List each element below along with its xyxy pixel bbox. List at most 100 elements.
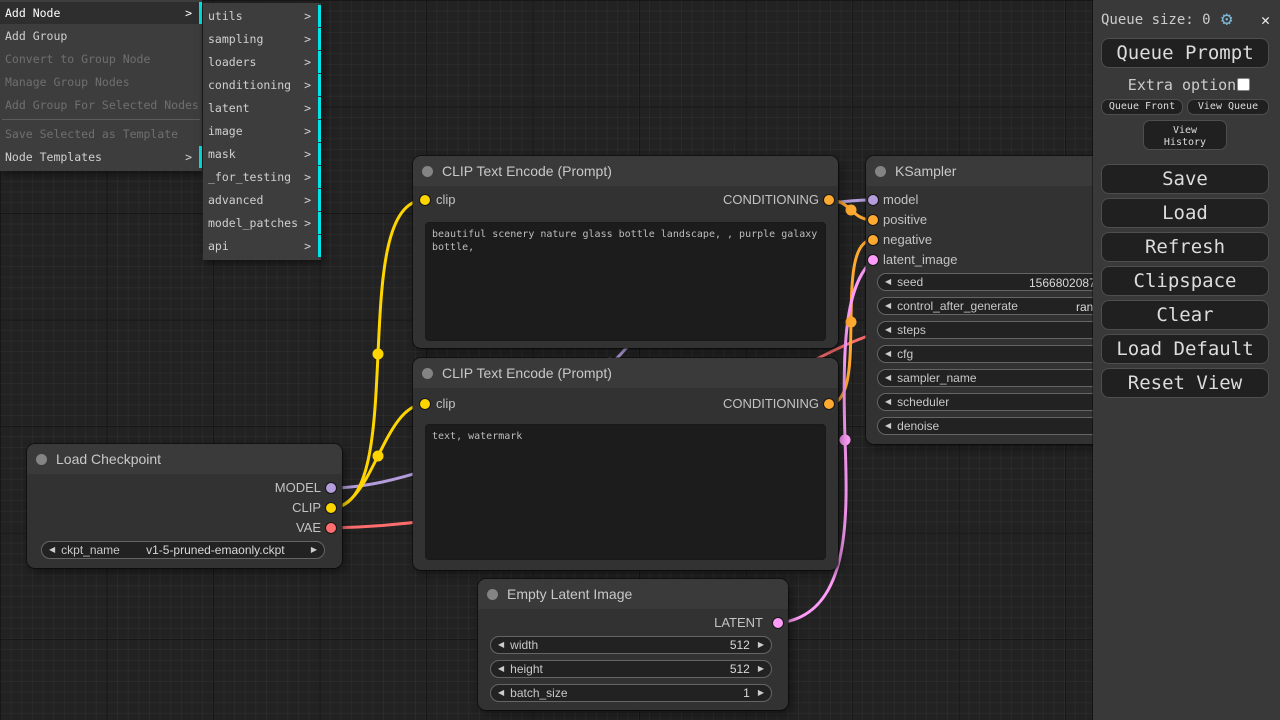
input-slot-model[interactable] <box>868 195 878 205</box>
decrement-arrow-icon[interactable]: ◀ <box>498 637 504 653</box>
queue-prompt-button[interactable]: Queue Prompt <box>1101 38 1269 68</box>
node-title-bar[interactable]: CLIP Text Encode (Prompt) <box>413 156 838 186</box>
node-clip-text-encode-negative: CLIP Text Encode (Prompt) clip CONDITION… <box>413 358 838 570</box>
load-default-button[interactable]: Load Default <box>1101 334 1269 364</box>
collapse-dot-icon[interactable] <box>487 589 498 600</box>
submenu-item-conditioning[interactable]: conditioning > <box>203 74 321 96</box>
menu-item-label: Add Group <box>5 29 67 43</box>
menu-item-label: conditioning <box>208 78 291 92</box>
widget-width[interactable]: ◀ width 512 ▶ <box>490 636 772 654</box>
decrement-arrow-icon[interactable]: ◀ <box>885 322 891 338</box>
clipspace-button[interactable]: Clipspace <box>1101 266 1269 296</box>
submenu-item-api[interactable]: api > <box>203 235 321 257</box>
wire-clip-to-positive <box>331 200 425 508</box>
positive-prompt-textarea[interactable]: beautiful scenery nature glass bottle la… <box>425 222 826 341</box>
submenu-arrow-icon: > <box>304 5 311 27</box>
refresh-button[interactable]: Refresh <box>1101 232 1269 262</box>
increment-arrow-icon[interactable]: ▶ <box>758 661 764 677</box>
increment-arrow-icon[interactable]: ▶ <box>758 637 764 653</box>
submenu-arrow-icon: > <box>304 143 311 165</box>
menu-item-add-group-for-selected-nodes[interactable]: Add Group For Selected Nodes <box>0 94 202 116</box>
widget-height[interactable]: ◀ height 512 ▶ <box>490 660 772 678</box>
widget-batch-size[interactable]: ◀ batch_size 1 ▶ <box>490 684 772 702</box>
menu-item-convert-to-group-node[interactable]: Convert to Group Node <box>0 48 202 70</box>
increment-arrow-icon[interactable]: ▶ <box>311 542 317 558</box>
submenu-item-latent[interactable]: latent > <box>203 97 321 119</box>
submenu-item-image[interactable]: image > <box>203 120 321 142</box>
menu-item-add-group[interactable]: Add Group <box>0 25 202 47</box>
submenu-item-advanced[interactable]: advanced > <box>203 189 321 211</box>
submenu-item-loaders[interactable]: loaders > <box>203 51 321 73</box>
settings-gear-icon[interactable]: ⚙ <box>1221 8 1232 30</box>
extra-options-checkbox[interactable] <box>1237 78 1250 91</box>
menu-item-label: latent <box>208 101 250 115</box>
output-slot-conditioning[interactable] <box>824 399 834 409</box>
widget-name: cfg <box>897 347 913 361</box>
decrement-arrow-icon[interactable]: ◀ <box>885 418 891 434</box>
collapse-dot-icon[interactable] <box>875 166 886 177</box>
submenu-item-mask[interactable]: mask > <box>203 143 321 165</box>
submenu-item-utils[interactable]: utils > <box>203 5 321 27</box>
node-title-bar[interactable]: Empty Latent Image <box>478 579 788 609</box>
input-label: negative <box>883 232 932 248</box>
clear-button[interactable]: Clear <box>1101 300 1269 330</box>
wire-midpoint-dot <box>840 435 851 446</box>
input-slot-clip[interactable] <box>420 399 430 409</box>
input-label: positive <box>883 212 927 228</box>
widget-name: batch_size <box>510 686 567 700</box>
negative-prompt-textarea[interactable]: text, watermark <box>425 424 826 560</box>
queue-size-label: Queue size: 0 <box>1101 12 1211 28</box>
view-queue-button[interactable]: View Queue <box>1187 99 1269 115</box>
output-slot-conditioning[interactable] <box>824 195 834 205</box>
node-title: Empty Latent Image <box>507 586 632 602</box>
output-slot-latent[interactable] <box>773 618 783 628</box>
output-label: CONDITIONING <box>723 396 819 412</box>
wire-midpoint-dot <box>846 317 857 328</box>
input-slot-clip[interactable] <box>420 195 430 205</box>
menu-item-label: Add Group For Selected Nodes <box>5 98 199 112</box>
view-history-label: History <box>1164 137 1206 148</box>
input-slot-negative[interactable] <box>868 235 878 245</box>
menu-item-node-templates[interactable]: Node Templates > <box>0 146 202 168</box>
decrement-arrow-icon[interactable]: ◀ <box>49 542 55 558</box>
output-label: MODEL <box>275 480 321 496</box>
output-slot-model[interactable] <box>326 483 336 493</box>
decrement-arrow-icon[interactable]: ◀ <box>498 661 504 677</box>
close-icon[interactable]: ✕ <box>1261 9 1270 31</box>
node-title: CLIP Text Encode (Prompt) <box>442 365 612 381</box>
collapse-dot-icon[interactable] <box>422 166 433 177</box>
submenu-item-model-patches[interactable]: model_patches > <box>203 212 321 234</box>
submenu-arrow-icon: > <box>304 28 311 50</box>
input-slot-latent-image[interactable] <box>868 255 878 265</box>
submenu-item-sampling[interactable]: sampling > <box>203 28 321 50</box>
collapse-dot-icon[interactable] <box>422 368 433 379</box>
output-slot-vae[interactable] <box>326 523 336 533</box>
queue-front-button[interactable]: Queue Front <box>1101 99 1183 115</box>
node-title-bar[interactable]: Load Checkpoint <box>27 444 342 474</box>
menu-item-manage-group-nodes[interactable]: Manage Group Nodes <box>0 71 202 93</box>
node-title-bar[interactable]: CLIP Text Encode (Prompt) <box>413 358 838 388</box>
decrement-arrow-icon[interactable]: ◀ <box>885 274 891 290</box>
widget-value: v1-5-pruned-emaonly.ckpt <box>120 543 311 557</box>
submenu-item-for-testing[interactable]: _for_testing > <box>203 166 321 188</box>
widget-name: denoise <box>897 419 939 433</box>
decrement-arrow-icon[interactable]: ◀ <box>498 685 504 701</box>
increment-arrow-icon[interactable]: ▶ <box>758 685 764 701</box>
menu-item-label: sampling <box>208 32 263 46</box>
decrement-arrow-icon[interactable]: ◀ <box>885 298 891 314</box>
menu-item-add-node[interactable]: Add Node > <box>0 2 202 24</box>
decrement-arrow-icon[interactable]: ◀ <box>885 346 891 362</box>
reset-view-button[interactable]: Reset View <box>1101 368 1269 398</box>
widget-ckpt-name[interactable]: ◀ ckpt_name v1-5-pruned-emaonly.ckpt ▶ <box>41 541 325 559</box>
submenu-arrow-icon: > <box>304 166 311 188</box>
view-history-button[interactable]: View History <box>1143 120 1227 150</box>
save-button[interactable]: Save <box>1101 164 1269 194</box>
load-button[interactable]: Load <box>1101 198 1269 228</box>
decrement-arrow-icon[interactable]: ◀ <box>885 394 891 410</box>
extra-options-label: Extra options <box>1128 76 1245 94</box>
decrement-arrow-icon[interactable]: ◀ <box>885 370 891 386</box>
menu-item-save-selected-as-template[interactable]: Save Selected as Template <box>0 123 202 145</box>
input-slot-positive[interactable] <box>868 215 878 225</box>
collapse-dot-icon[interactable] <box>36 454 47 465</box>
output-slot-clip[interactable] <box>326 503 336 513</box>
